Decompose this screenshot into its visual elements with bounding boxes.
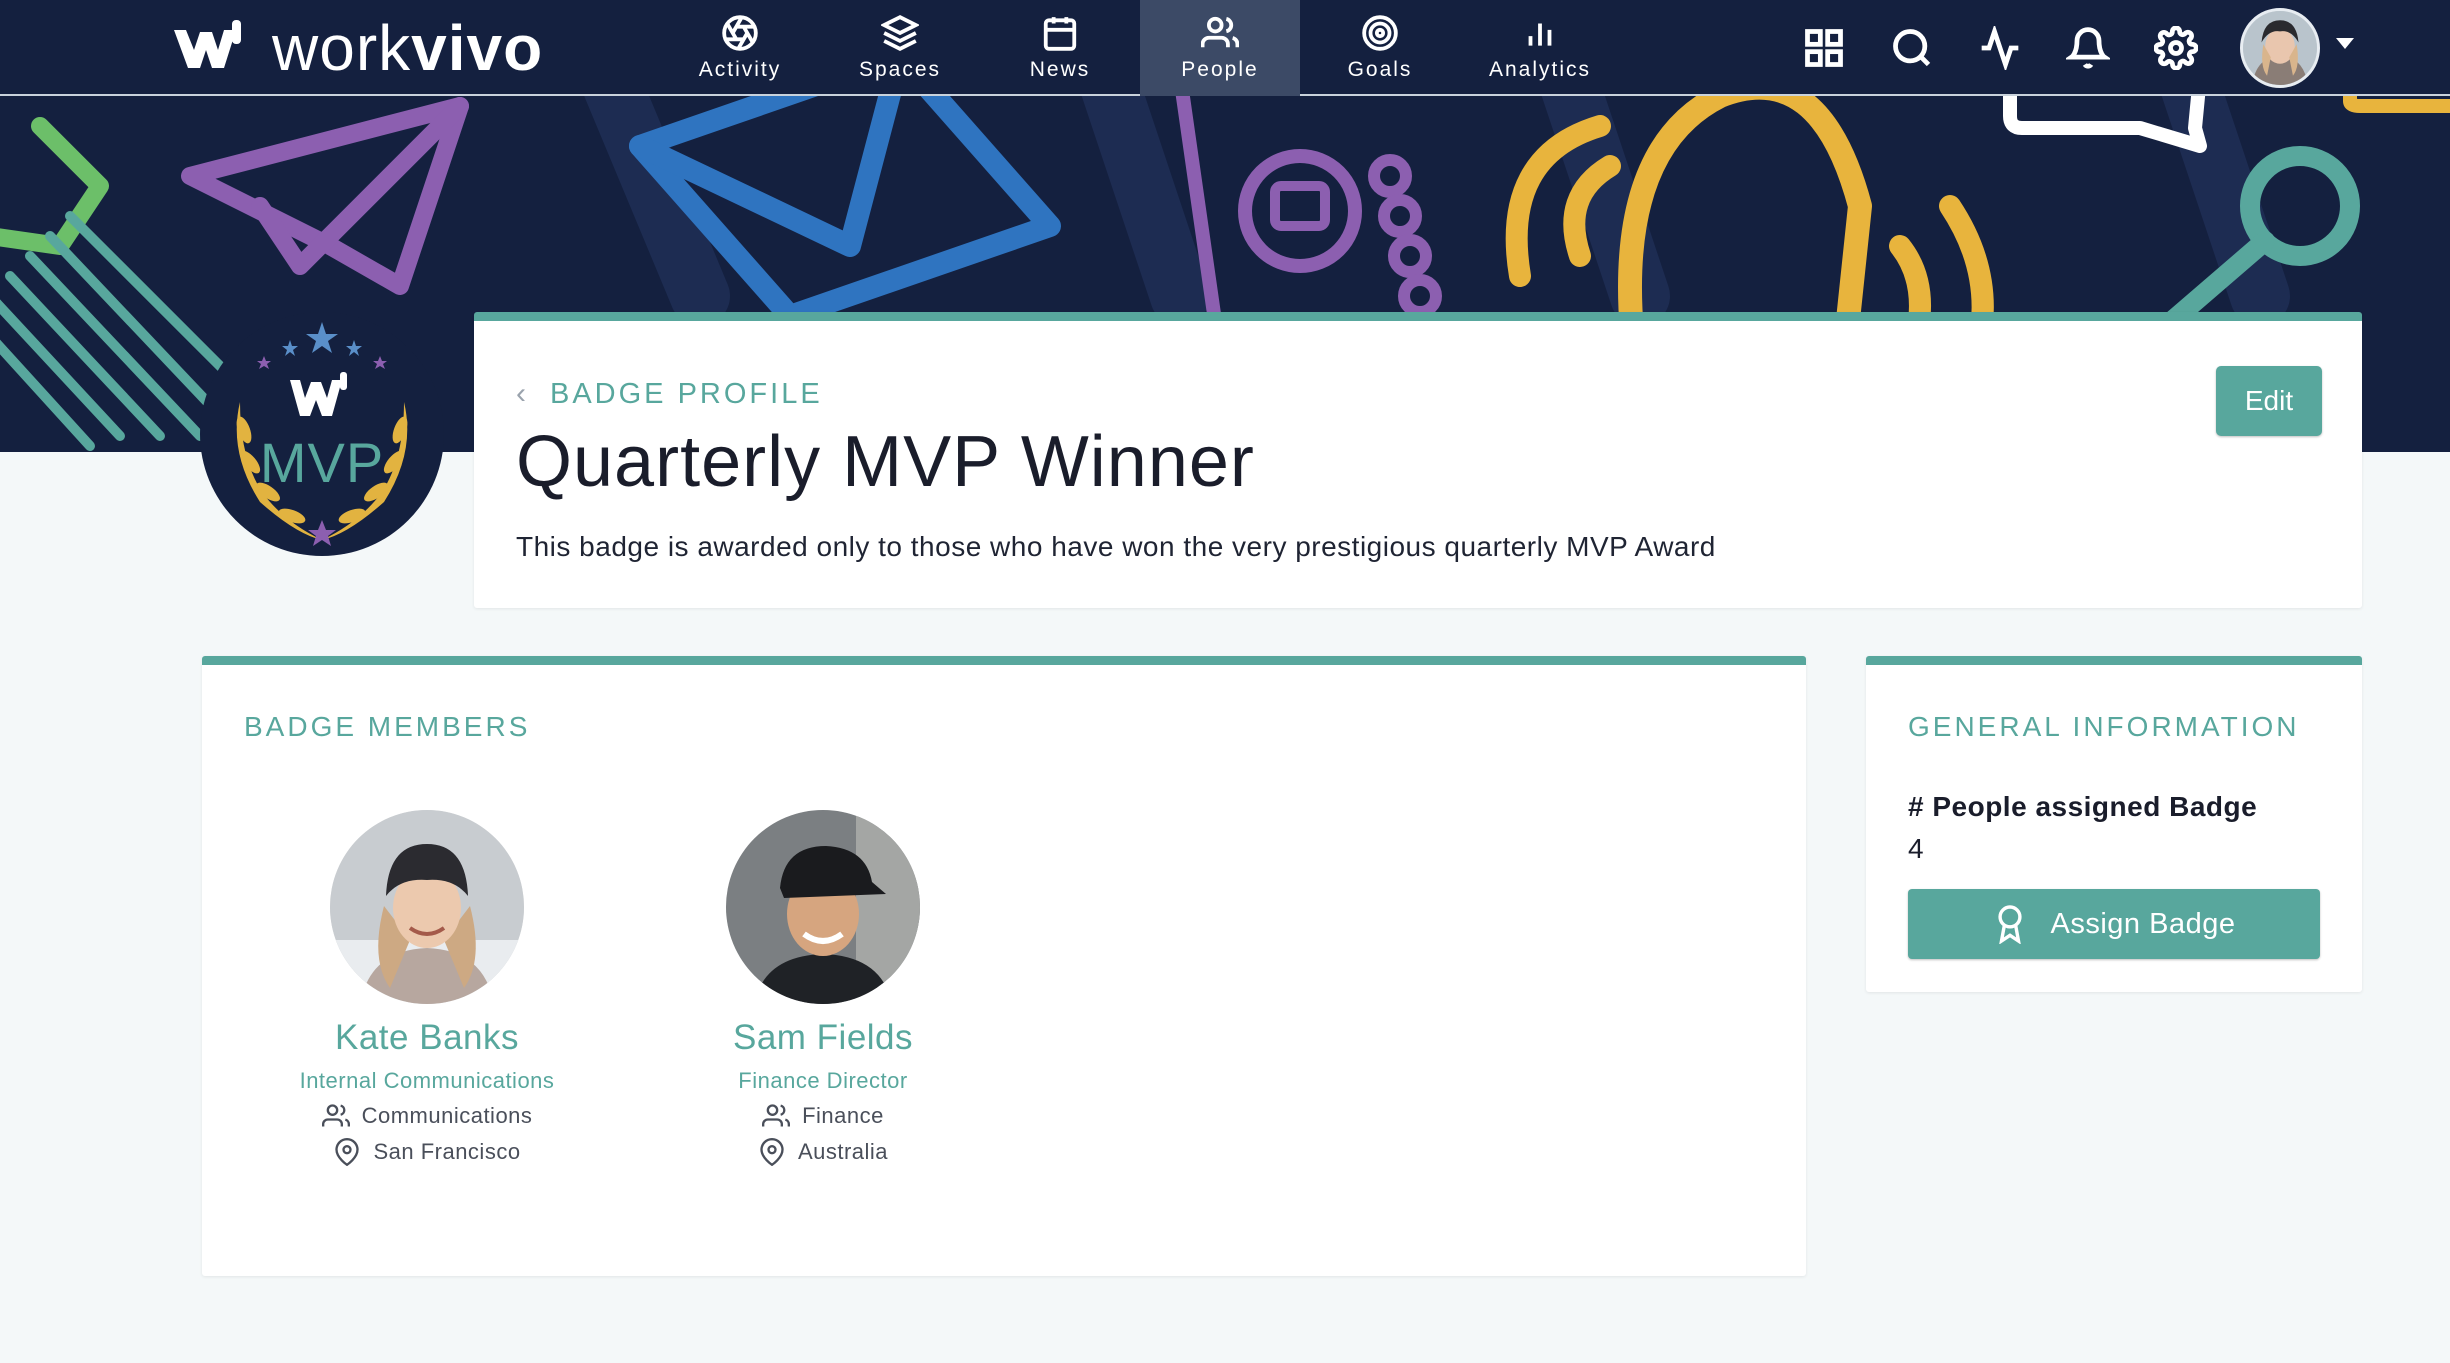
chevron-down-icon[interactable] xyxy=(2336,38,2354,49)
nav-news[interactable]: News xyxy=(980,0,1140,96)
member-department: Communications xyxy=(262,1102,592,1130)
general-information-title: GENERAL INFORMATION xyxy=(1908,711,2300,742)
member-card[interactable]: Kate Banks Internal Communications Commu… xyxy=(262,810,592,1166)
activity-pulse-button[interactable] xyxy=(1956,0,2044,96)
nav-people-label: People xyxy=(1181,58,1259,81)
workvivo-logo-icon xyxy=(174,20,241,68)
nav-analytics-label: Analytics xyxy=(1488,58,1592,81)
member-location-label: San Francisco xyxy=(373,1139,521,1164)
main-nav: Activity Spaces News People Goals Analyt… xyxy=(660,0,1620,96)
nav-news-label: News xyxy=(1029,58,1091,81)
avatar[interactable] xyxy=(330,810,524,1004)
people-assigned-label: # People assigned Badge xyxy=(1908,791,2258,822)
member-photo xyxy=(330,810,524,1004)
people-assigned-count: 4 xyxy=(1908,833,1924,864)
user-avatar[interactable] xyxy=(2240,8,2320,88)
member-department: Finance xyxy=(658,1102,988,1130)
nav-people[interactable]: People xyxy=(1140,0,1300,96)
chevron-left-icon[interactable]: ‹ xyxy=(516,377,526,411)
top-navigation-bar: workvivo Activity Spaces News People Goa… xyxy=(0,0,2450,96)
member-department-label: Communications xyxy=(361,1103,533,1128)
settings-button[interactable] xyxy=(2132,0,2220,96)
workvivo-logo[interactable]: workvivo xyxy=(170,16,543,80)
location-pin-icon xyxy=(335,1138,360,1166)
people-icon xyxy=(1201,16,1239,48)
member-card[interactable]: Sam Fields Finance Director Finance Aust… xyxy=(658,810,988,1166)
user-avatar-image xyxy=(2243,11,2317,85)
general-information-card: GENERAL INFORMATION # People assigned Ba… xyxy=(1866,656,2362,992)
member-role: Finance Director xyxy=(738,1068,908,1093)
nav-activity-label: Activity xyxy=(698,58,782,81)
member-role: Internal Communications xyxy=(299,1068,555,1093)
badge-description: This badge is awarded only to those who … xyxy=(516,531,1716,562)
bar-chart-icon xyxy=(1528,23,1552,46)
gear-icon xyxy=(2154,26,2198,70)
breadcrumb[interactable]: ‹ BADGE PROFILE xyxy=(516,377,823,411)
assign-badge-label: Assign Badge xyxy=(2050,907,2236,940)
badge-header-card: ‹ BADGE PROFILE Quarterly MVP Winner Thi… xyxy=(474,312,2362,608)
nav-analytics[interactable]: Analytics xyxy=(1460,0,1620,96)
member-location: San Francisco xyxy=(262,1138,592,1166)
badge-members-card: BADGE MEMBERS Kate Banks Internal Commun… xyxy=(202,656,1806,1276)
page-title: Quarterly MVP Winner xyxy=(516,422,1255,502)
member-name[interactable]: Sam Fields xyxy=(658,1018,988,1058)
notifications-button[interactable] xyxy=(2044,0,2132,96)
assign-badge-button[interactable]: Assign Badge xyxy=(1908,889,2320,959)
people-icon xyxy=(321,1104,350,1127)
nav-spaces-label: Spaces xyxy=(858,58,942,81)
badge-emblem: MVP xyxy=(200,312,444,556)
edit-button[interactable]: Edit xyxy=(2216,366,2322,436)
nav-spaces[interactable]: Spaces xyxy=(820,0,980,96)
calendar-icon xyxy=(1043,17,1077,51)
nav-activity[interactable]: Activity xyxy=(660,0,820,96)
target-icon xyxy=(1362,15,1398,51)
member-photo xyxy=(726,810,920,1004)
avatar[interactable] xyxy=(726,810,920,1004)
nav-goals[interactable]: Goals xyxy=(1300,0,1460,96)
people-icon xyxy=(762,1104,791,1127)
location-pin-icon xyxy=(760,1138,784,1166)
activity-pulse-icon xyxy=(1981,26,2019,70)
aperture-icon xyxy=(722,15,758,51)
apps-grid-button[interactable] xyxy=(1780,0,1868,96)
nav-goals-label: Goals xyxy=(1347,58,1413,81)
award-ribbon-icon xyxy=(1997,905,2022,944)
search-icon xyxy=(1893,29,1931,67)
member-location: Australia xyxy=(658,1138,988,1166)
grid-icon xyxy=(1805,29,1843,67)
nav-utilities xyxy=(1780,0,2220,96)
member-location-label: Australia xyxy=(797,1139,889,1164)
layers-icon xyxy=(881,15,919,51)
badge-members-title: BADGE MEMBERS xyxy=(244,711,531,742)
member-department-label: Finance xyxy=(802,1103,884,1128)
bell-icon xyxy=(2066,27,2110,69)
badge-emblem-text: MVP xyxy=(259,431,385,494)
search-button[interactable] xyxy=(1868,0,1956,96)
member-name[interactable]: Kate Banks xyxy=(262,1018,592,1058)
breadcrumb-label[interactable]: BADGE PROFILE xyxy=(550,378,823,411)
logo-wordmark: workvivo xyxy=(272,12,544,84)
